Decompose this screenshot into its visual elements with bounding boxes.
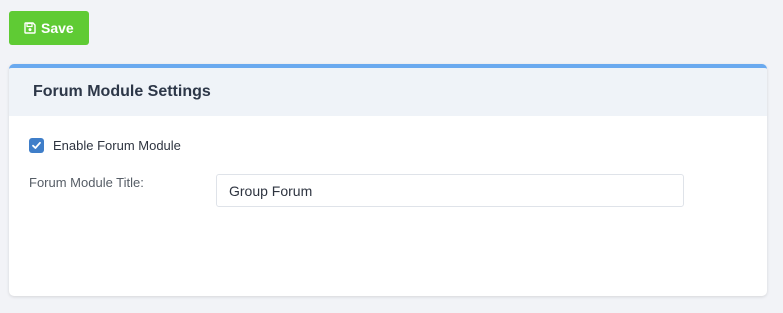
forum-settings-panel: Forum Module Settings Enable Forum Modul…: [9, 64, 767, 296]
enable-forum-checkbox[interactable]: [29, 138, 44, 153]
panel-body: Enable Forum Module Forum Module Title:: [9, 116, 767, 296]
floppy-disk-icon: [24, 22, 36, 34]
toolbar: Save: [9, 11, 89, 45]
save-button-label: Save: [41, 20, 74, 36]
checkmark-icon: [32, 141, 41, 149]
panel-header: Forum Module Settings: [9, 68, 767, 116]
enable-forum-checkbox-row[interactable]: Enable Forum Module: [29, 138, 181, 153]
panel-title: Forum Module Settings: [33, 83, 211, 100]
forum-title-input[interactable]: [216, 174, 684, 207]
enable-forum-label: Enable Forum Module: [53, 138, 181, 153]
forum-title-label: Forum Module Title:: [29, 175, 144, 190]
save-button[interactable]: Save: [9, 11, 89, 45]
